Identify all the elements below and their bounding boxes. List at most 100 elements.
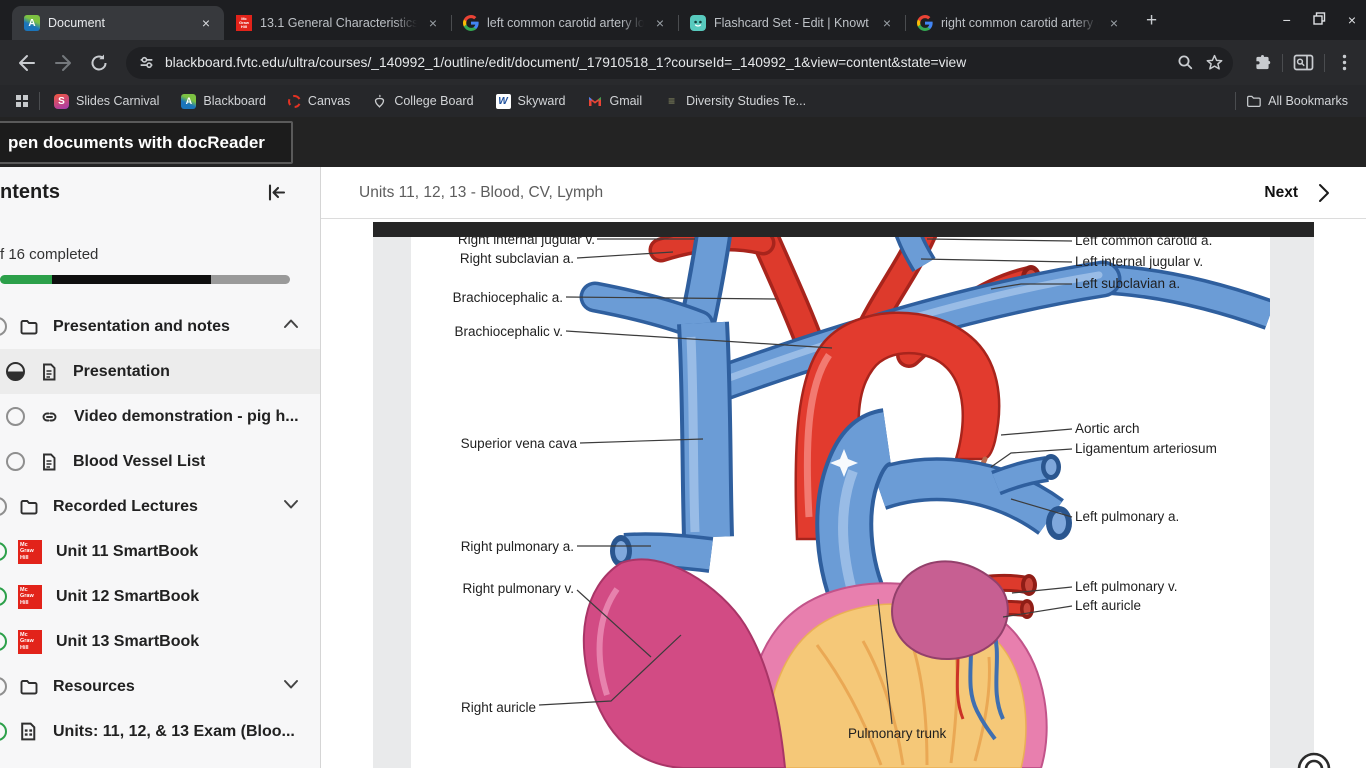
sidebar-item-label: Presentation and notes — [53, 317, 230, 335]
new-tab-button[interactable]: + — [1146, 10, 1157, 32]
bookmark-slides-carnival[interactable]: S Slides Carnival — [54, 93, 160, 109]
label-left-internal-jugular: Left internal jugular v. — [1075, 254, 1203, 269]
sidebar-item-blood-vessel-list[interactable]: Blood Vessel List — [0, 439, 320, 484]
zoom-control-icon[interactable] — [1294, 748, 1334, 768]
sidebar-item-unit-12-smartbook[interactable]: Mc Graw Hill Unit 12 SmartBook — [0, 574, 320, 619]
blackboard-icon: A — [181, 93, 197, 109]
label-left-subclavian: Left subclavian a. — [1075, 276, 1180, 291]
link-icon — [39, 407, 60, 427]
knowt-favicon-icon — [690, 15, 706, 31]
apps-grid-icon[interactable] — [14, 94, 29, 109]
sidebar-item-unit-11-smartbook[interactable]: Mc Graw Hill Unit 11 SmartBook — [0, 529, 320, 574]
all-bookmarks-button[interactable]: All Bookmarks — [1246, 94, 1348, 109]
reload-button[interactable] — [84, 48, 114, 78]
bookmark-skyward[interactable]: W Skyward — [495, 93, 565, 109]
progress-segment-black — [52, 275, 211, 284]
bookmark-diversity-studies[interactable]: ≡ Diversity Studies Te... — [664, 94, 806, 109]
bookmark-college-board[interactable]: College Board — [372, 94, 474, 109]
url-text[interactable]: blackboard.fvtc.edu/ultra/courses/_14099… — [165, 55, 1177, 70]
progress-segment-gray — [211, 275, 290, 284]
main-content: Units 11, 12, 13 - Blood, CV, Lymph Next — [321, 167, 1366, 768]
bookmark-blackboard[interactable]: A Blackboard — [181, 93, 266, 109]
label-left-pulmonary-a: Left pulmonary a. — [1075, 509, 1179, 524]
docreader-tooltip[interactable]: pen documents with docReader — [0, 121, 293, 164]
tab-title: left common carotid artery loc — [487, 16, 644, 30]
collapse-sidebar-icon[interactable] — [266, 182, 287, 203]
mcgraw-hill-icon: Mc Graw Hill — [18, 629, 42, 654]
tab-mcgraw-13-1[interactable]: Mc Graw Hill 13.1 General Characteristic… — [224, 6, 451, 40]
tab-title: 13.1 General Characteristics o — [260, 16, 417, 30]
chevron-down-icon[interactable] — [282, 495, 300, 518]
blackboard-favicon-icon: A — [24, 15, 40, 31]
next-chevron-icon[interactable] — [1318, 183, 1330, 203]
status-circle-icon — [6, 452, 25, 471]
sidebar-item-recorded-lectures[interactable]: Recorded Lectures — [0, 484, 320, 529]
window-restore-button[interactable] — [1313, 12, 1326, 28]
site-settings-icon[interactable] — [138, 54, 155, 71]
tab-title: Flashcard Set - Edit | Knowt — [714, 16, 869, 30]
slides-carnival-icon: S — [54, 93, 69, 109]
exam-grid-icon — [18, 721, 39, 742]
tab-title: Document — [48, 16, 105, 30]
tab-close-icon[interactable]: × — [652, 15, 668, 31]
sidebar-item-label: Unit 12 SmartBook — [56, 587, 200, 605]
mcgraw-hill-icon: Mc Graw Hill — [18, 539, 42, 564]
tab-google-right-carotid[interactable]: right common carotid artery o × — [905, 6, 1132, 40]
progress-bar — [0, 275, 290, 284]
window-close-button[interactable]: × — [1348, 12, 1356, 28]
browser-menu-icon[interactable] — [1335, 53, 1354, 72]
forward-button[interactable] — [48, 48, 78, 78]
bookmarks-divider — [1235, 92, 1237, 110]
heart-vessels-figure: Right internal jugular v. Right subclavi… — [411, 237, 1270, 768]
bookmark-label: College Board — [394, 94, 474, 108]
status-in-progress-icon — [6, 362, 25, 381]
contents-title: ntents — [0, 181, 60, 203]
next-button[interactable]: Next — [1264, 184, 1298, 202]
folder-icon — [18, 317, 39, 337]
page-title: Units 11, 12, 13 - Blood, CV, Lymph — [359, 183, 604, 201]
progress-label: f 16 completed — [0, 246, 99, 263]
sidebar-item-units-exam[interactable]: Units: 11, 12, & 13 Exam (Bloo... — [0, 709, 320, 754]
tab-close-icon[interactable]: × — [1106, 15, 1122, 31]
search-side-panel-icon[interactable] — [1293, 53, 1314, 72]
left-pulmonary-artery-shape — [871, 454, 1072, 540]
tab-knowt-flashcards[interactable]: Flashcard Set - Edit | Knowt × — [678, 6, 905, 40]
college-board-acorn-icon — [372, 94, 387, 109]
sidebar-item-unit-13-smartbook[interactable]: Mc Graw Hill Unit 13 SmartBook — [0, 619, 320, 664]
address-bar[interactable]: blackboard.fvtc.edu/ultra/courses/_14099… — [126, 46, 1233, 79]
back-button[interactable] — [12, 48, 42, 78]
sidebar-item-label: Resources — [53, 677, 135, 695]
tab-close-icon[interactable]: × — [879, 15, 895, 31]
label-left-common-carotid: Left common carotid a. — [1075, 237, 1212, 248]
label-right-auricle: Right auricle — [461, 700, 536, 715]
status-complete-icon — [0, 587, 7, 606]
bookmark-label: Slides Carnival — [76, 94, 160, 108]
bookmark-gmail[interactable]: Gmail — [587, 94, 642, 109]
label-pulmonary-trunk: Pulmonary trunk — [848, 726, 947, 741]
chevron-up-icon[interactable] — [282, 315, 300, 338]
status-complete-icon — [0, 722, 7, 741]
browser-toolbar: blackboard.fvtc.edu/ultra/courses/_14099… — [0, 40, 1366, 85]
sidebar-item-label: Units: 11, 12, & 13 Exam (Bloo... — [53, 722, 295, 740]
extensions-icon[interactable] — [1253, 53, 1272, 72]
status-circle-icon — [6, 407, 25, 426]
zoom-page-icon[interactable] — [1177, 54, 1194, 71]
tab-google-left-carotid[interactable]: left common carotid artery loc × — [451, 6, 678, 40]
tab-document[interactable]: A Document × — [12, 6, 224, 40]
gmail-icon — [587, 94, 602, 109]
sidebar-item-video-demonstration[interactable]: Video demonstration - pig h... — [0, 394, 320, 439]
chevron-down-icon[interactable] — [282, 675, 300, 698]
document-icon — [39, 362, 59, 382]
tab-strip: A Document × Mc Graw Hill 13.1 General C… — [0, 0, 1366, 40]
bookmark-label: Diversity Studies Te... — [686, 94, 807, 108]
window-minimize-button[interactable]: − — [1283, 12, 1291, 28]
viewer-toolbar[interactable] — [373, 222, 1314, 237]
sidebar-item-resources[interactable]: Resources — [0, 664, 320, 709]
tab-close-icon[interactable]: × — [198, 15, 214, 31]
sidebar-item-presentation-and-notes[interactable]: Presentation and notes — [0, 304, 320, 349]
sidebar-item-presentation[interactable]: Presentation — [0, 349, 320, 394]
bookmark-label: Blackboard — [203, 94, 266, 108]
bookmark-star-icon[interactable] — [1206, 54, 1223, 71]
bookmark-canvas[interactable]: Canvas — [287, 94, 350, 108]
tab-close-icon[interactable]: × — [425, 15, 441, 31]
